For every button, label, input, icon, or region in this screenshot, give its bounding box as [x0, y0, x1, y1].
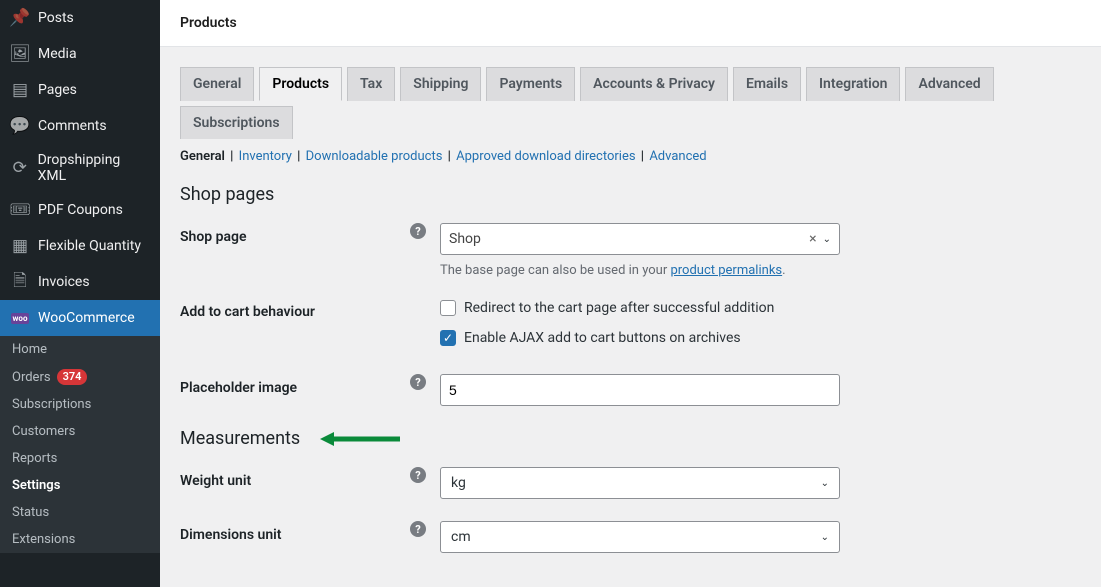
menu-label: Posts: [38, 10, 74, 26]
sidebar-item-posts[interactable]: 📌 Posts: [0, 0, 160, 36]
page-title: Products: [180, 15, 237, 31]
subtab-inventory[interactable]: Inventory: [239, 149, 292, 164]
subtab-advanced[interactable]: Advanced: [649, 149, 706, 164]
tab-general[interactable]: General: [180, 67, 254, 101]
shop-page-select[interactable]: Shop × ⌄: [440, 223, 840, 255]
help-icon[interactable]: ?: [410, 467, 426, 483]
submenu-customers[interactable]: Customers: [0, 418, 160, 445]
calculator-icon: ▦: [10, 236, 30, 256]
tab-subscriptions[interactable]: Subscriptions: [180, 106, 293, 139]
menu-label: WooCommerce: [38, 310, 135, 326]
label-add-to-cart: Add to cart behaviour: [180, 300, 410, 320]
media-icon: 🖼: [10, 44, 30, 64]
submenu-extensions[interactable]: Extensions: [0, 526, 160, 553]
label-placeholder: Placeholder image: [180, 374, 410, 396]
tab-emails[interactable]: Emails: [733, 67, 801, 101]
comment-icon: 💬: [10, 116, 30, 136]
shop-page-hint: The base page can also be used in your p…: [440, 263, 1081, 278]
submenu-subscriptions[interactable]: Subscriptions: [0, 391, 160, 418]
chevron-down-icon: ⌄: [821, 532, 829, 543]
main-content: Products General Products Tax Shipping P…: [160, 0, 1101, 587]
section-measurements: Measurements: [180, 428, 1081, 449]
sidebar-item-media[interactable]: 🖼 Media: [0, 36, 160, 72]
annotation-arrow-icon: [320, 430, 400, 448]
sidebar-item-comments[interactable]: 💬 Comments: [0, 108, 160, 144]
invoice-icon: 🗎: [10, 272, 30, 292]
label-weight-unit: Weight unit: [180, 467, 410, 489]
shop-page-value: Shop: [449, 231, 481, 247]
dimensions-unit-select[interactable]: cm ⌄: [440, 521, 840, 553]
menu-label: Comments: [38, 118, 107, 134]
check-icon: ✓: [443, 332, 453, 344]
menu-label: Invoices: [38, 274, 90, 290]
label-shop-page: Shop page: [180, 223, 410, 245]
help-icon[interactable]: ?: [410, 223, 426, 239]
submenu-status[interactable]: Status: [0, 499, 160, 526]
page-header: Products: [160, 0, 1101, 47]
menu-label: Flexible Quantity: [38, 238, 141, 254]
pin-icon: 📌: [10, 8, 30, 28]
menu-label: Pages: [38, 82, 77, 98]
tab-payments[interactable]: Payments: [486, 67, 575, 101]
checkbox-redirect-label: Redirect to the cart page after successf…: [464, 300, 774, 316]
subtab-general[interactable]: General: [180, 149, 225, 164]
chevron-down-icon: ⌄: [821, 478, 829, 489]
subtab-approved[interactable]: Approved download directories: [456, 149, 635, 164]
permalinks-link[interactable]: product permalinks: [670, 263, 782, 278]
orders-count-badge: 374: [57, 369, 88, 385]
tab-tax[interactable]: Tax: [347, 67, 395, 101]
subtab-downloadable[interactable]: Downloadable products: [306, 149, 443, 164]
sidebar-item-pages[interactable]: ▤ Pages: [0, 72, 160, 108]
sidebar-item-pdfcoupons[interactable]: 🎟 PDF Coupons: [0, 192, 160, 228]
tab-advanced[interactable]: Advanced: [905, 67, 993, 101]
dimensions-unit-value: cm: [451, 529, 471, 545]
tab-products[interactable]: Products: [259, 67, 342, 101]
menu-label: Media: [38, 46, 77, 62]
tab-accounts[interactable]: Accounts & Privacy: [580, 67, 728, 101]
page-icon: ▤: [10, 80, 30, 100]
menu-label: Dropshipping XML: [38, 152, 150, 184]
section-shop-pages: Shop pages: [180, 184, 1081, 205]
product-subtabs: General | Inventory | Downloadable produ…: [180, 139, 1081, 172]
checkbox-redirect[interactable]: [440, 300, 456, 316]
chevron-down-icon: ⌄: [823, 234, 831, 245]
submenu-label: Orders: [12, 370, 51, 385]
submenu-orders[interactable]: Orders 374: [0, 363, 160, 391]
settings-tabs: General Products Tax Shipping Payments A…: [180, 67, 1081, 139]
label-dimensions-unit: Dimensions unit: [180, 521, 410, 543]
submenu-settings[interactable]: Settings: [0, 472, 160, 499]
sidebar-item-flexqty[interactable]: ▦ Flexible Quantity: [0, 228, 160, 264]
sidebar-item-woocommerce[interactable]: woo WooCommerce: [0, 300, 160, 336]
checkbox-ajax-label: Enable AJAX add to cart buttons on archi…: [464, 330, 741, 346]
sidebar-item-invoices[interactable]: 🗎 Invoices: [0, 264, 160, 300]
weight-unit-select[interactable]: kg ⌄: [440, 467, 840, 499]
weight-unit-value: kg: [451, 475, 466, 491]
coupon-icon: 🎟: [10, 200, 30, 220]
help-icon[interactable]: ?: [410, 374, 426, 390]
sidebar-item-dropshipping[interactable]: ⟳ Dropshipping XML: [0, 144, 160, 192]
woocommerce-submenu: Home Orders 374 Subscriptions Customers R…: [0, 336, 160, 553]
tab-shipping[interactable]: Shipping: [400, 67, 481, 101]
checkbox-ajax[interactable]: ✓: [440, 330, 456, 346]
help-icon[interactable]: ?: [410, 521, 426, 537]
clear-icon[interactable]: ×: [809, 231, 816, 247]
submenu-reports[interactable]: Reports: [0, 445, 160, 472]
placeholder-image-input[interactable]: [440, 374, 840, 406]
submenu-home[interactable]: Home: [0, 336, 160, 363]
admin-sidebar: 📌 Posts 🖼 Media ▤ Pages 💬 Comments ⟳ Dropship…: [0, 0, 160, 587]
woo-icon: woo: [10, 308, 30, 328]
tab-integration[interactable]: Integration: [806, 67, 900, 101]
menu-label: PDF Coupons: [38, 202, 123, 218]
refresh-icon: ⟳: [10, 158, 30, 178]
